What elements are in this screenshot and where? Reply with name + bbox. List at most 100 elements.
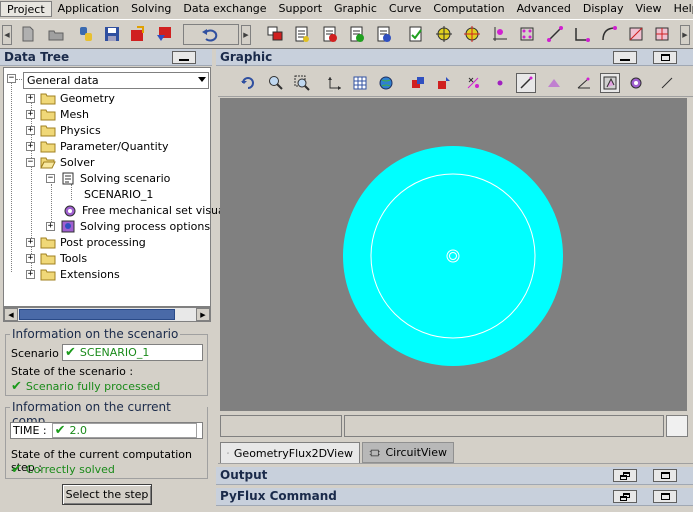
expand-icon[interactable]: + <box>26 269 35 279</box>
scroll-left-button[interactable]: ◀ <box>4 308 18 321</box>
tree-horizontal-scrollbar[interactable]: ◀ ▶ <box>3 307 211 322</box>
script-step-icon[interactable] <box>347 24 367 44</box>
collapse-icon[interactable]: − <box>26 157 35 167</box>
import-icon[interactable] <box>154 24 174 44</box>
windows-icon[interactable] <box>265 24 285 44</box>
menu-advanced[interactable]: Advanced <box>511 1 577 17</box>
geometry-canvas[interactable] <box>220 98 687 411</box>
menu-support[interactable]: Support <box>273 1 328 17</box>
scenario-state-value: Scenario fully processed <box>25 380 161 393</box>
mesh-select-icon[interactable] <box>600 73 620 93</box>
output-title-bar[interactable]: Output <box>216 467 693 485</box>
point-array-icon[interactable] <box>517 24 537 44</box>
tree-item-post-processing[interactable]: + Post processing <box>26 234 146 250</box>
minimize-button[interactable] <box>613 51 637 64</box>
axis-icon[interactable] <box>324 73 344 93</box>
graphic-viewport[interactable] <box>220 98 687 411</box>
menu-data-exchange[interactable]: Data exchange <box>177 1 272 17</box>
more-tools-icon[interactable] <box>658 73 678 93</box>
menu-curve[interactable]: Curve <box>383 1 427 17</box>
toolbar-scroll-right-button[interactable]: ▶ <box>241 25 251 45</box>
tree-item-solver[interactable]: − Solver <box>26 154 95 170</box>
outer-region[interactable] <box>343 146 563 366</box>
open-project-icon[interactable] <box>46 24 66 44</box>
check-geometry-icon[interactable] <box>406 24 426 44</box>
script-run-icon[interactable] <box>320 24 340 44</box>
arc-icon[interactable] <box>599 24 619 44</box>
grid-icon[interactable] <box>350 73 370 93</box>
mechanical-icon[interactable] <box>626 73 646 93</box>
restore-button[interactable] <box>613 469 637 482</box>
menu-project[interactable]: Project <box>0 1 52 17</box>
face-select-icon[interactable] <box>544 73 564 93</box>
tree-item-mesh[interactable]: + Mesh <box>26 106 89 122</box>
menu-display[interactable]: Display <box>577 1 630 17</box>
status-corner-button[interactable] <box>666 415 688 437</box>
zoom-icon[interactable] <box>266 73 286 93</box>
select-step-button[interactable]: Select the step <box>62 484 152 505</box>
pyflux-title-bar[interactable]: PyFlux Command <box>216 488 693 506</box>
script-icon[interactable] <box>292 24 312 44</box>
tree-item-solving-process-options[interactable]: + Solving process options <box>46 218 210 234</box>
export-icon[interactable] <box>128 24 148 44</box>
select-region-icon[interactable] <box>408 73 428 93</box>
maximize-button[interactable] <box>653 490 677 503</box>
menu-help[interactable]: Help <box>668 1 693 17</box>
maximize-button[interactable] <box>653 51 677 64</box>
tab-circuit-view[interactable]: CircuitView <box>362 442 454 463</box>
point-icon[interactable] <box>434 24 454 44</box>
scroll-right-button[interactable]: ▶ <box>196 308 210 321</box>
expand-icon[interactable]: + <box>26 141 35 151</box>
zoom-region-icon[interactable] <box>292 73 312 93</box>
tree-item-geometry[interactable]: + Geometry <box>26 90 115 106</box>
expand-icon[interactable]: + <box>26 253 35 263</box>
tree-item-solving-scenario[interactable]: − Solving scenario <box>46 170 170 186</box>
face-build-icon[interactable] <box>652 24 672 44</box>
rotate-icon[interactable] <box>238 73 258 93</box>
undo-combo[interactable] <box>183 24 239 45</box>
tab-geometry-flux-2d-view[interactable]: GeometryFlux2DView <box>220 442 360 463</box>
tree-item-scenario-1[interactable]: SCENARIO_1 <box>84 186 153 202</box>
save-icon[interactable] <box>102 24 122 44</box>
menu-computation[interactable]: Computation <box>427 1 510 17</box>
tree-item-parameter-quantity[interactable]: + Parameter/Quantity <box>26 138 168 154</box>
menu-view[interactable]: View <box>629 1 667 17</box>
menu-graphic[interactable]: Graphic <box>328 1 383 17</box>
tree-item-extensions[interactable]: + Extensions <box>26 266 120 282</box>
restore-button[interactable] <box>613 490 637 503</box>
tree-item-physics[interactable]: + Physics <box>26 122 101 138</box>
root-combo[interactable]: General data <box>23 72 209 89</box>
expand-icon[interactable]: + <box>26 109 35 119</box>
tree-item-tools[interactable]: + Tools <box>26 250 87 266</box>
point-dot-icon[interactable] <box>490 73 510 93</box>
minimize-button[interactable] <box>172 51 196 64</box>
chevron-down-icon[interactable] <box>198 77 206 82</box>
expand-icon[interactable]: + <box>26 237 35 247</box>
tree-item-free-mechanical-set[interactable]: Free mechanical set visuali <box>62 202 231 218</box>
point-grid-icon[interactable] <box>490 24 510 44</box>
line-icon[interactable] <box>545 24 565 44</box>
select-volume-icon[interactable] <box>434 73 454 93</box>
toolbar-more-button[interactable]: ▶ <box>680 25 690 45</box>
collapse-icon[interactable]: − <box>46 173 55 183</box>
angle-icon[interactable] <box>574 73 594 93</box>
script-edit-icon[interactable] <box>374 24 394 44</box>
new-project-icon[interactable] <box>18 24 38 44</box>
line-ortho-icon[interactable] <box>572 24 592 44</box>
expand-icon[interactable]: + <box>26 93 35 103</box>
root-expander[interactable]: − <box>7 74 16 83</box>
line-select-icon[interactable] <box>516 73 536 93</box>
menu-solving[interactable]: Solving <box>125 1 177 17</box>
scrollbar-thumb[interactable] <box>19 309 175 320</box>
python-icon[interactable] <box>76 24 96 44</box>
point-plus-icon[interactable] <box>462 24 482 44</box>
select-point-icon[interactable] <box>464 73 484 93</box>
expand-icon[interactable]: + <box>46 221 55 231</box>
time-value: 2.0 <box>69 424 88 437</box>
globe-icon[interactable] <box>376 73 396 93</box>
face-icon[interactable] <box>626 24 646 44</box>
expand-icon[interactable]: + <box>26 125 35 135</box>
maximize-button[interactable] <box>653 469 677 482</box>
toolbar-scroll-left-button[interactable]: ◀ <box>2 25 12 45</box>
menu-application[interactable]: Application <box>52 1 125 17</box>
